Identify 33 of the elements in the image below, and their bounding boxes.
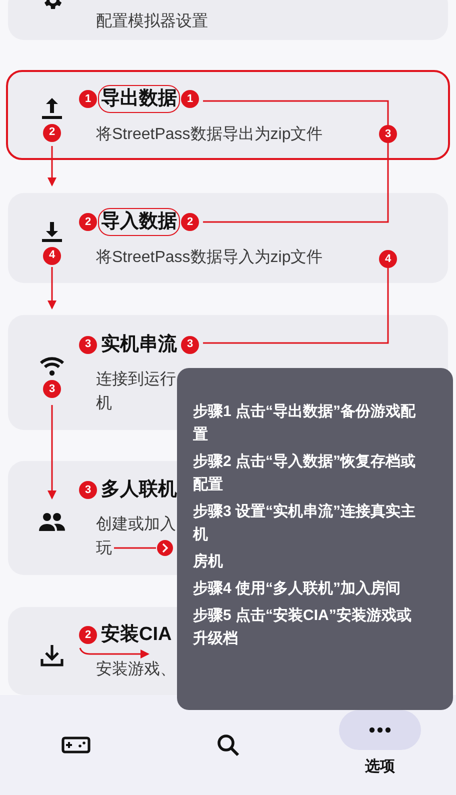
card-description: 配置模拟器设置: [96, 12, 208, 32]
number-badge: 3: [79, 336, 97, 354]
number-badge: 2: [79, 213, 97, 231]
number-badge: 2: [181, 213, 199, 231]
card-title: 导入数据: [98, 208, 180, 236]
card-description: 玩: [96, 539, 112, 559]
card-description: 机: [96, 394, 112, 414]
number-badge: 1: [79, 90, 97, 108]
card-description: 连接到运行: [96, 370, 176, 390]
step-text: 步骤3 设置“实机串流”连接真实主机: [193, 502, 417, 545]
number-badge: 1: [181, 90, 199, 108]
card-description: 安装游戏、: [96, 660, 176, 680]
card-description: 将StreetPass数据导出为zip文件: [96, 124, 323, 145]
step-text: 步骤5 点击“安装CIA”安装游戏或升级档: [193, 606, 412, 649]
number-badge: 2: [43, 124, 61, 142]
number-badge: 3: [379, 125, 397, 143]
nav-label: 选项: [365, 757, 395, 777]
number-badge: 4: [43, 246, 61, 264]
number-badge: 2: [79, 626, 97, 644]
number-badge: 3: [43, 380, 61, 398]
card-description: 创建或加入: [96, 514, 176, 535]
number-badge: 3: [181, 336, 199, 354]
card-title: 多人联机: [101, 478, 177, 502]
number-badge: 3: [79, 481, 97, 499]
card-title: 导出数据: [98, 85, 180, 113]
card-description: 将StreetPass数据导入为zip文件: [96, 248, 323, 268]
card-title: 实机串流: [101, 332, 177, 356]
number-badge: 4: [379, 250, 397, 268]
step-text: 步骤2 点击“导入数据”恢复存档或配置: [193, 452, 417, 495]
card-title: 安装CIA: [101, 622, 172, 647]
step-text: 步骤4 使用“多人联机”加入房间: [193, 579, 402, 599]
step-text: 步骤1 点击“导出数据”备份游戏配置: [193, 402, 417, 445]
step-text: 房机: [193, 552, 224, 572]
